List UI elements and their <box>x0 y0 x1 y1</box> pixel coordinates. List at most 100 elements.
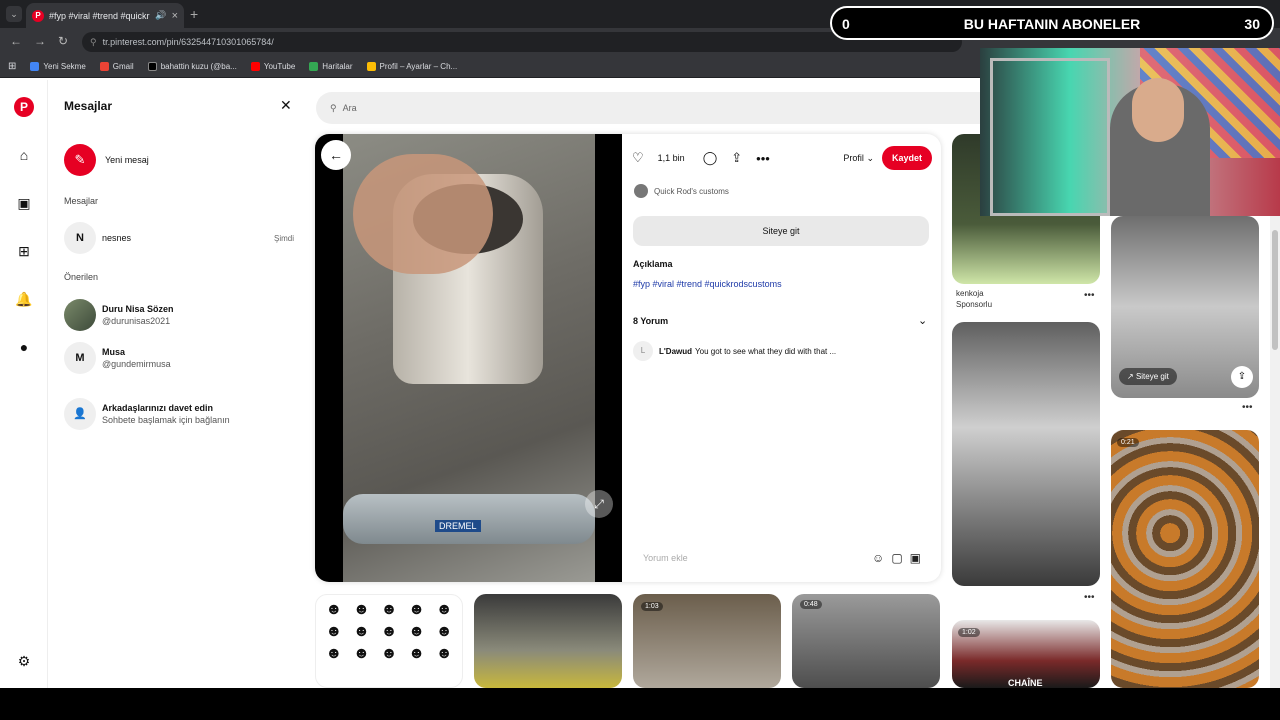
messages-section-heading: Mesajlar <box>64 196 99 206</box>
audio-icon[interactable]: 🔊 <box>155 10 166 21</box>
conversation-name: nesnes <box>102 233 132 243</box>
overlay-title: BU HAFTANIN ABONELER <box>963 16 1141 32</box>
visit-site-button[interactable]: Siteye git <box>633 216 929 246</box>
globe-icon <box>30 62 40 71</box>
pumpkin-face-icon: ☻ <box>435 623 453 640</box>
like-count: 1,1 bin <box>657 153 685 163</box>
bookmark-maps[interactable]: Haritalar <box>309 62 353 71</box>
pin-tile-piston-rod[interactable]: ↗ Siteye git ⇪ <box>1111 216 1259 398</box>
bookmark-x[interactable]: bahattin kuzu (@ba... <box>147 62 237 71</box>
comments-heading[interactable]: 8 Yorum <box>633 316 668 326</box>
bookmark-profile[interactable]: Profil – Ayarlar – Ch... <box>366 62 457 71</box>
save-button[interactable]: Kaydet <box>881 146 932 170</box>
new-tab-icon[interactable]: + <box>190 6 198 22</box>
conversation-item[interactable]: N nesnes Şimdi <box>64 222 294 254</box>
suggested-contact[interactable]: Duru Nisa Sözen @durunisas2021 <box>64 299 294 331</box>
streamer-head <box>1132 78 1184 142</box>
more-icon[interactable]: ••• <box>756 151 770 166</box>
sponsor-name[interactable]: kenkoja <box>956 289 984 298</box>
gmail-icon <box>99 62 109 71</box>
maps-icon <box>309 62 319 71</box>
address-bar[interactable]: ⚲ tr.pinterest.com/pin/632544710301065784… <box>82 32 962 52</box>
hand-image <box>353 154 493 274</box>
settings-icon[interactable]: ⚙ <box>14 651 34 671</box>
search-input[interactable]: ⚲ Ara <box>316 92 996 124</box>
video-duration: 0:48 <box>800 600 822 609</box>
pin-tile-pumpkin-faces[interactable]: ☻ ☻ ☻ ☻ ☻ ☻ ☻ ☻ ☻ ☻ ☻ ☻ ☻ ☻ ☻ <box>315 594 463 688</box>
pin-detail-card: DREMEL ← ⤢ ♡ 1,1 bin ◯ ⇪ ••• Profil ⌄ Ka… <box>315 134 941 582</box>
suggested-contact[interactable]: M Musa @gundemirmusa <box>64 342 294 374</box>
notifications-icon[interactable]: 🔔 <box>14 289 34 309</box>
expand-icon[interactable]: ⤢ <box>585 490 613 518</box>
avatar: M <box>64 342 96 374</box>
pin-tile-brake-discs[interactable]: 0:21 <box>1111 430 1259 688</box>
image-icon[interactable]: ▣ <box>910 551 921 565</box>
chevron-down-icon[interactable]: ⌄ <box>918 314 927 327</box>
home-icon[interactable]: ⌂ <box>14 145 34 165</box>
pin-tile-skull-piston[interactable] <box>474 594 622 688</box>
compose-icon: ✎ <box>64 144 96 176</box>
back-icon[interactable]: ← <box>10 34 22 48</box>
bookmark-new-tab[interactable]: Yeni Sekme <box>30 62 86 71</box>
tab-list-icon[interactable]: ⌄ <box>6 6 22 22</box>
pin-details: ♡ 1,1 bin ◯ ⇪ ••• Profil ⌄ Kaydet Quick … <box>622 134 941 582</box>
pin-tile-chaine-video[interactable]: 1:02 CHAÎNE <box>952 620 1100 688</box>
close-icon[interactable]: ✕ <box>280 97 292 114</box>
rotary-tool-image <box>343 494 595 544</box>
messages-icon[interactable]: ● <box>14 337 34 357</box>
pumpkin-face-icon: ☻ <box>408 645 426 662</box>
site-info-icon[interactable]: ⚲ <box>90 37 97 47</box>
scrollbar-thumb[interactable] <box>1272 230 1278 350</box>
close-tab-icon[interactable]: × <box>172 10 178 22</box>
share-icon[interactable]: ⇪ <box>731 150 742 166</box>
comment-icon[interactable]: ◯ <box>703 150 718 166</box>
hashtags[interactable]: #fyp #viral #trend #quickrodscustoms <box>633 279 782 289</box>
webcam-overlay <box>980 48 1280 216</box>
explore-icon[interactable]: ▣ <box>14 193 34 213</box>
pin-tile-skull-pistons[interactable] <box>952 322 1100 586</box>
pin-tile-grinding-video[interactable]: 0:48 <box>792 594 940 688</box>
apps-icon[interactable]: ⊞ <box>8 61 16 72</box>
pumpkin-face-icon: ☻ <box>380 645 398 662</box>
pumpkin-face-icon: ☻ <box>380 623 398 640</box>
pinterest-logo-icon[interactable]: P <box>14 97 34 117</box>
invite-friends-item[interactable]: 👤 Arkadaşlarınızı davet edin Sohbete baş… <box>64 398 294 430</box>
youtube-icon <box>250 62 260 71</box>
more-icon[interactable]: ••• <box>1084 290 1095 301</box>
bookmark-gmail[interactable]: Gmail <box>99 62 134 71</box>
messages-panel: Mesajlar ✕ ✎ Yeni mesaj Mesajlar N nesne… <box>48 80 304 688</box>
commenter-name[interactable]: L'Dawud <box>659 347 692 356</box>
more-icon[interactable]: ••• <box>1084 592 1095 603</box>
conversation-time: Şimdi <box>273 233 294 243</box>
add-person-icon: 👤 <box>64 398 96 430</box>
back-button[interactable]: ← <box>321 140 351 170</box>
more-icon[interactable]: ••• <box>1242 402 1253 413</box>
pumpkin-face-icon: ☻ <box>352 645 370 662</box>
pumpkin-face-icon: ☻ <box>435 601 453 618</box>
heart-icon[interactable]: ♡ <box>632 150 644 166</box>
pumpkin-face-icon: ☻ <box>325 623 343 640</box>
sticker-icon[interactable]: ▢ <box>891 551 902 565</box>
comment-item: L L'Dawud You got to see what they did wi… <box>633 341 836 361</box>
forward-icon[interactable]: → <box>34 34 46 48</box>
share-icon[interactable]: ⇪ <box>1231 366 1253 388</box>
create-icon[interactable]: ⊞ <box>14 241 34 261</box>
profile-dropdown[interactable]: Profil ⌄ <box>843 153 874 164</box>
emoji-icon[interactable]: ☺ <box>872 551 884 565</box>
add-comment-input[interactable]: Yorum ekle ☺ ▢ ▣ <box>633 544 929 572</box>
x-logo-icon <box>147 62 157 71</box>
pin-author[interactable]: Quick Rod's customs <box>634 184 729 198</box>
video-duration: 0:21 <box>1117 438 1139 447</box>
browser-tab[interactable]: P #fyp #viral #trend #quickr 🔊 × <box>26 3 184 28</box>
channel-label: CHAÎNE <box>1008 678 1043 688</box>
pumpkin-face-icon: ☻ <box>325 601 343 618</box>
pin-video[interactable]: DREMEL ← ⤢ <box>315 134 622 582</box>
reload-icon[interactable]: ↻ <box>58 34 68 48</box>
commenter-avatar: L <box>633 341 653 361</box>
pin-actions: ♡ 1,1 bin ◯ ⇪ ••• Profil ⌄ Kaydet <box>632 146 932 170</box>
contact-name: Musa <box>102 347 126 357</box>
bookmark-youtube[interactable]: YouTube <box>250 62 295 71</box>
visit-site-chip[interactable]: ↗ Siteye git <box>1119 368 1177 385</box>
pin-tile-piston-video[interactable]: 1:03 <box>633 594 781 688</box>
new-message-button[interactable]: ✎ Yeni mesaj <box>64 144 149 176</box>
